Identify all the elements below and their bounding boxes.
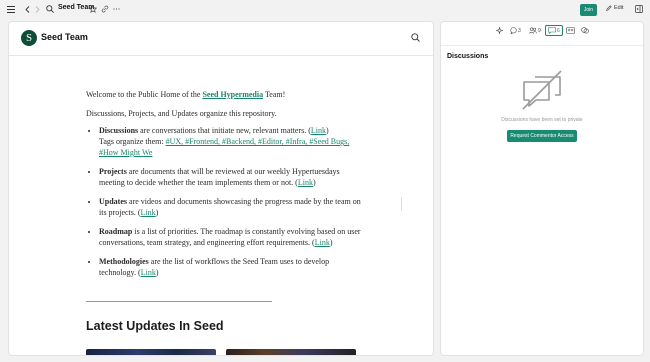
people-icon xyxy=(529,27,537,34)
pencil-icon xyxy=(606,5,612,11)
welcome-suffix: Team! xyxy=(263,90,286,99)
bullet-text: are videos and documents showcasing the … xyxy=(99,197,361,217)
search-icon[interactable] xyxy=(411,33,420,42)
site-header: S Seed Team xyxy=(9,22,433,56)
bullet-term: Updates xyxy=(99,197,128,206)
people-count: 9 xyxy=(538,27,541,34)
search-icon[interactable] xyxy=(46,5,54,13)
update-thumbnail[interactable] xyxy=(226,349,356,355)
menu-icon[interactable] xyxy=(7,6,15,13)
discussion-icon xyxy=(548,27,556,34)
intro-paragraph: Discussions, Projects, and Updates organ… xyxy=(86,109,277,118)
request-access-button[interactable]: Request Commentor Access xyxy=(507,130,577,142)
edit-button[interactable]: Edit xyxy=(606,5,623,11)
star-icon[interactable] xyxy=(89,5,97,13)
updates-link[interactable]: Link xyxy=(141,208,156,217)
list-item: Updates are videos and documents showcas… xyxy=(99,196,367,218)
site-logo[interactable]: S xyxy=(21,30,37,46)
private-notice: Discussions have been set to private xyxy=(501,117,583,123)
collaborators-icon[interactable] xyxy=(566,27,575,34)
discussions-tab[interactable]: 6 xyxy=(545,25,563,36)
divider xyxy=(86,301,272,302)
more-icon[interactable] xyxy=(113,8,120,10)
discussions-count: 6 xyxy=(557,27,560,34)
sections-list: Discussions are conversations that initi… xyxy=(86,125,367,278)
list-item: Roadmap is a list of priorities. The roa… xyxy=(99,226,367,248)
chat-icon[interactable] xyxy=(581,27,589,34)
bullet-close: ) xyxy=(155,268,159,277)
join-button[interactable]: Join xyxy=(580,4,597,16)
bullet-term: Discussions xyxy=(99,126,139,135)
bullet-term: Projects xyxy=(99,167,127,176)
seed-hypermedia-link[interactable]: Seed Hypermedia xyxy=(202,90,263,99)
bullet-close: ) xyxy=(329,238,333,247)
forward-icon[interactable] xyxy=(35,6,40,13)
bullet-text: are conversations that initiate new, rel… xyxy=(138,126,311,135)
bullet-term: Roadmap xyxy=(99,227,133,236)
side-panel: 3 9 6 Discussions Discussions have been … xyxy=(440,21,644,356)
list-item: Discussions are conversations that initi… xyxy=(99,125,367,158)
welcome-paragraph: Welcome to the Public Home of the Seed H… xyxy=(86,89,285,100)
site-name[interactable]: Seed Team xyxy=(41,32,88,42)
discussions-link[interactable]: Link xyxy=(311,126,326,135)
comments-off-icon xyxy=(521,69,563,111)
link-icon[interactable] xyxy=(101,5,109,13)
top-bar: Seed Team Join Edit xyxy=(0,0,650,20)
comments-count: 3 xyxy=(518,27,521,34)
latest-updates-heading: Latest Updates In Seed xyxy=(86,319,224,333)
side-toolbar: 3 9 6 xyxy=(441,25,643,41)
people-count-button[interactable]: 9 xyxy=(529,27,541,34)
sparkle-icon[interactable] xyxy=(496,27,503,34)
welcome-text: Welcome to the Public Home of the xyxy=(86,90,203,99)
tags-prefix: Tags organize them: xyxy=(99,137,166,146)
discussions-title: Discussions xyxy=(447,53,489,60)
edit-label: Edit xyxy=(614,5,624,11)
comment-icon xyxy=(510,27,517,34)
panel-icon[interactable] xyxy=(635,5,643,13)
list-item: Projects are documents that will be revi… xyxy=(99,166,367,188)
scroll-indicator xyxy=(401,197,402,211)
back-icon[interactable] xyxy=(25,6,30,13)
roadmap-link[interactable]: Link xyxy=(315,238,330,247)
document-panel: S Seed Team Welcome to the Public Home o… xyxy=(8,21,434,356)
bullet-close: ) xyxy=(325,126,329,135)
comments-count-button[interactable]: 3 xyxy=(510,27,521,34)
bullet-close: ) xyxy=(312,178,316,187)
bullet-close: ) xyxy=(155,208,159,217)
side-divider xyxy=(441,45,643,46)
update-thumbnail[interactable] xyxy=(86,349,216,355)
bullet-term: Methodologies xyxy=(99,257,149,266)
projects-link[interactable]: Link xyxy=(298,178,313,187)
methodologies-link[interactable]: Link xyxy=(141,268,156,277)
list-item: Methodologies are the list of workflows … xyxy=(99,256,367,278)
